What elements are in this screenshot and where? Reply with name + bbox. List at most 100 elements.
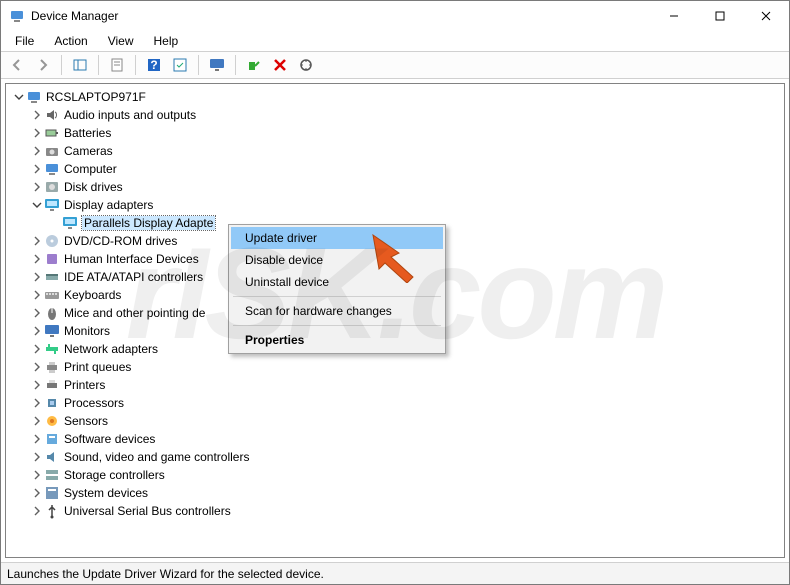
i-display-icon	[62, 215, 78, 231]
menubar: File Action View Help	[1, 31, 789, 51]
tree-item-label: Computer	[64, 162, 117, 176]
ctx-separator-1	[233, 296, 441, 297]
tree-category-printer[interactable]: Printers	[12, 376, 778, 394]
i-keyboard-icon	[44, 287, 60, 303]
update-driver-button[interactable]	[205, 54, 229, 76]
titlebar[interactable]: Device Manager	[1, 1, 789, 31]
ctx-disable-device[interactable]: Disable device	[231, 249, 443, 271]
expander-icon[interactable]	[30, 108, 44, 122]
i-storage-icon	[44, 467, 60, 483]
ctx-scan-hardware[interactable]: Scan for hardware changes	[231, 300, 443, 322]
tree-category-system[interactable]: System devices	[12, 484, 778, 502]
properties-button[interactable]	[105, 54, 129, 76]
close-button[interactable]	[743, 1, 789, 31]
tree-item-label: Print queues	[64, 360, 131, 374]
tree-item-label: Sensors	[64, 414, 108, 428]
back-button[interactable]	[5, 54, 29, 76]
expander-icon[interactable]	[30, 486, 44, 500]
i-sound-icon	[44, 449, 60, 465]
menu-view[interactable]: View	[100, 32, 142, 50]
i-dvd-icon	[44, 233, 60, 249]
i-sensor-icon	[44, 413, 60, 429]
tree-item-label: Disk drives	[64, 180, 123, 194]
expander-icon[interactable]	[30, 396, 44, 410]
device-manager-window: Device Manager File Action View Help ?	[0, 0, 790, 585]
expander-icon[interactable]	[30, 306, 44, 320]
i-printer-icon	[44, 377, 60, 393]
expander-icon[interactable]	[30, 198, 44, 212]
svg-text:?: ?	[150, 58, 157, 72]
expander-icon[interactable]	[30, 450, 44, 464]
expander-icon[interactable]	[30, 126, 44, 140]
i-mouse-icon	[44, 305, 60, 321]
tree-item-label: System devices	[64, 486, 148, 500]
tree-category-usb[interactable]: Universal Serial Bus controllers	[12, 502, 778, 520]
tree-category-speaker[interactable]: Audio inputs and outputs	[12, 106, 778, 124]
expander-icon[interactable]	[12, 90, 26, 104]
expander-icon[interactable]	[30, 144, 44, 158]
toolbar: ?	[1, 51, 789, 79]
tree-category-sound[interactable]: Sound, video and game controllers	[12, 448, 778, 466]
statusbar: Launches the Update Driver Wizard for th…	[1, 562, 789, 584]
tree-category-cpu[interactable]: Processors	[12, 394, 778, 412]
tree-item-label: Storage controllers	[64, 468, 165, 482]
show-hide-tree-button[interactable]	[68, 54, 92, 76]
i-monitor-icon	[44, 323, 60, 339]
ctx-uninstall-device[interactable]: Uninstall device	[231, 271, 443, 293]
i-disk-icon	[44, 179, 60, 195]
help-button[interactable]: ?	[142, 54, 166, 76]
scan-hardware-button[interactable]	[294, 54, 318, 76]
forward-button[interactable]	[31, 54, 55, 76]
app-icon	[9, 8, 25, 24]
expander-icon[interactable]	[30, 360, 44, 374]
uninstall-device-button[interactable]	[268, 54, 292, 76]
expander-icon[interactable]	[30, 270, 44, 284]
context-menu: Update driver Disable device Uninstall d…	[228, 224, 446, 354]
expander-icon[interactable]	[30, 504, 44, 518]
expander-icon[interactable]	[30, 342, 44, 356]
expander-icon[interactable]	[30, 252, 44, 266]
tree-category-disk[interactable]: Disk drives	[12, 178, 778, 196]
tree-category-sensor[interactable]: Sensors	[12, 412, 778, 430]
tree-item-label: Keyboards	[64, 288, 121, 302]
i-soft-icon	[44, 431, 60, 447]
i-hid-icon	[44, 251, 60, 267]
ctx-update-driver[interactable]: Update driver	[231, 227, 443, 249]
window-title: Device Manager	[31, 9, 118, 23]
expander-icon[interactable]	[30, 180, 44, 194]
tree-item-label: Printers	[64, 378, 105, 392]
menu-help[interactable]: Help	[146, 32, 187, 50]
tree-item-label: Display adapters	[64, 198, 153, 212]
i-battery-icon	[44, 125, 60, 141]
maximize-button[interactable]	[697, 1, 743, 31]
tree-category-display[interactable]: Display adapters	[12, 196, 778, 214]
tree-root-node[interactable]: RCSLAPTOP971F	[12, 88, 778, 106]
tree-item-label: Network adapters	[64, 342, 158, 356]
action-button[interactable]	[168, 54, 192, 76]
tree-category-computer[interactable]: Computer	[12, 160, 778, 178]
tree-item-label: Cameras	[64, 144, 113, 158]
tree-category-battery[interactable]: Batteries	[12, 124, 778, 142]
expander-icon[interactable]	[30, 162, 44, 176]
tree-category-storage[interactable]: Storage controllers	[12, 466, 778, 484]
expander-icon[interactable]	[30, 432, 44, 446]
expander-icon[interactable]	[30, 234, 44, 248]
expander-icon[interactable]	[30, 288, 44, 302]
ctx-separator-2	[233, 325, 441, 326]
i-usb-icon	[44, 503, 60, 519]
i-speaker-icon	[44, 107, 60, 123]
tree-category-soft[interactable]: Software devices	[12, 430, 778, 448]
expander-icon[interactable]	[30, 468, 44, 482]
menu-action[interactable]: Action	[46, 32, 95, 50]
tree-category-camera[interactable]: Cameras	[12, 142, 778, 160]
ctx-properties[interactable]: Properties	[231, 329, 443, 351]
i-computer-icon	[26, 89, 42, 105]
expander-icon[interactable]	[30, 378, 44, 392]
tree-category-print[interactable]: Print queues	[12, 358, 778, 376]
enable-device-button[interactable]	[242, 54, 266, 76]
expander-icon[interactable]	[30, 324, 44, 338]
statusbar-text: Launches the Update Driver Wizard for th…	[7, 567, 324, 581]
menu-file[interactable]: File	[7, 32, 42, 50]
minimize-button[interactable]	[651, 1, 697, 31]
expander-icon[interactable]	[30, 414, 44, 428]
